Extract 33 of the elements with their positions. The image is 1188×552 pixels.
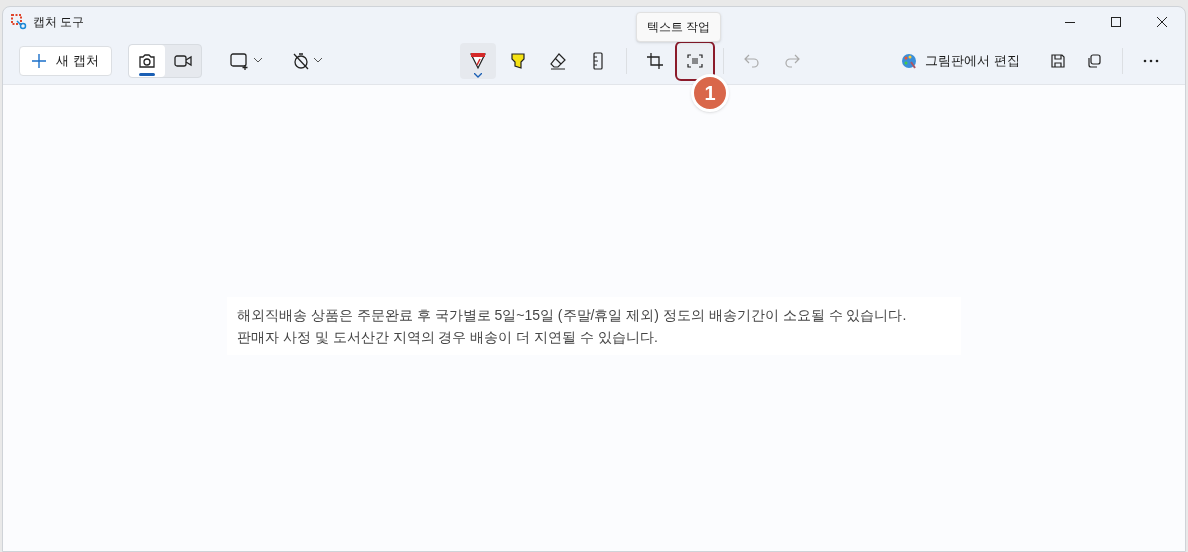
app-icon — [11, 14, 27, 30]
chevron-down-icon — [473, 72, 482, 78]
redo-icon — [783, 52, 800, 69]
pen-icon — [468, 50, 487, 71]
new-capture-button[interactable]: 새 캡처 — [19, 45, 112, 76]
plus-icon — [32, 53, 46, 68]
more-icon — [1143, 58, 1159, 63]
undo-icon — [743, 52, 760, 69]
minimize-icon — [1065, 21, 1075, 23]
close-icon — [1157, 17, 1167, 27]
ruler-icon — [592, 51, 603, 70]
chevron-down-icon — [313, 58, 322, 63]
pen-button[interactable] — [459, 42, 496, 79]
eraser-icon — [548, 51, 567, 70]
video-camera-icon — [173, 53, 192, 68]
captured-text-line: 판매자 사정 및 도서산간 지역의 경우 배송이 더 지연될 수 있습니다. — [237, 328, 659, 347]
window-title: 캡처 도구 — [33, 14, 85, 31]
crop-icon — [646, 52, 663, 69]
text-actions-icon — [686, 52, 703, 69]
tooltip: 텍스트 작업 — [636, 12, 722, 42]
palette-icon — [901, 52, 918, 69]
maximize-icon — [1111, 17, 1121, 27]
highlighter-icon — [508, 50, 527, 71]
copy-icon — [1086, 52, 1102, 69]
timer-off-icon — [291, 51, 310, 70]
text-actions-button[interactable] — [676, 42, 713, 79]
chevron-down-icon — [253, 58, 262, 63]
camera-mode-button[interactable] — [128, 44, 165, 77]
captured-text-line: 해외직배송 상품은 주문완료 후 국가별로 5일~15일 (주말/휴일 제외) 정도의 배송기간이 소요될 수 있습니다. — [237, 306, 908, 325]
save-icon — [1050, 52, 1066, 69]
camera-icon — [137, 52, 156, 69]
edit-in-paint-button[interactable]: 그림판에서 편집 — [895, 44, 1026, 77]
rectangle-snip-icon — [229, 51, 250, 70]
